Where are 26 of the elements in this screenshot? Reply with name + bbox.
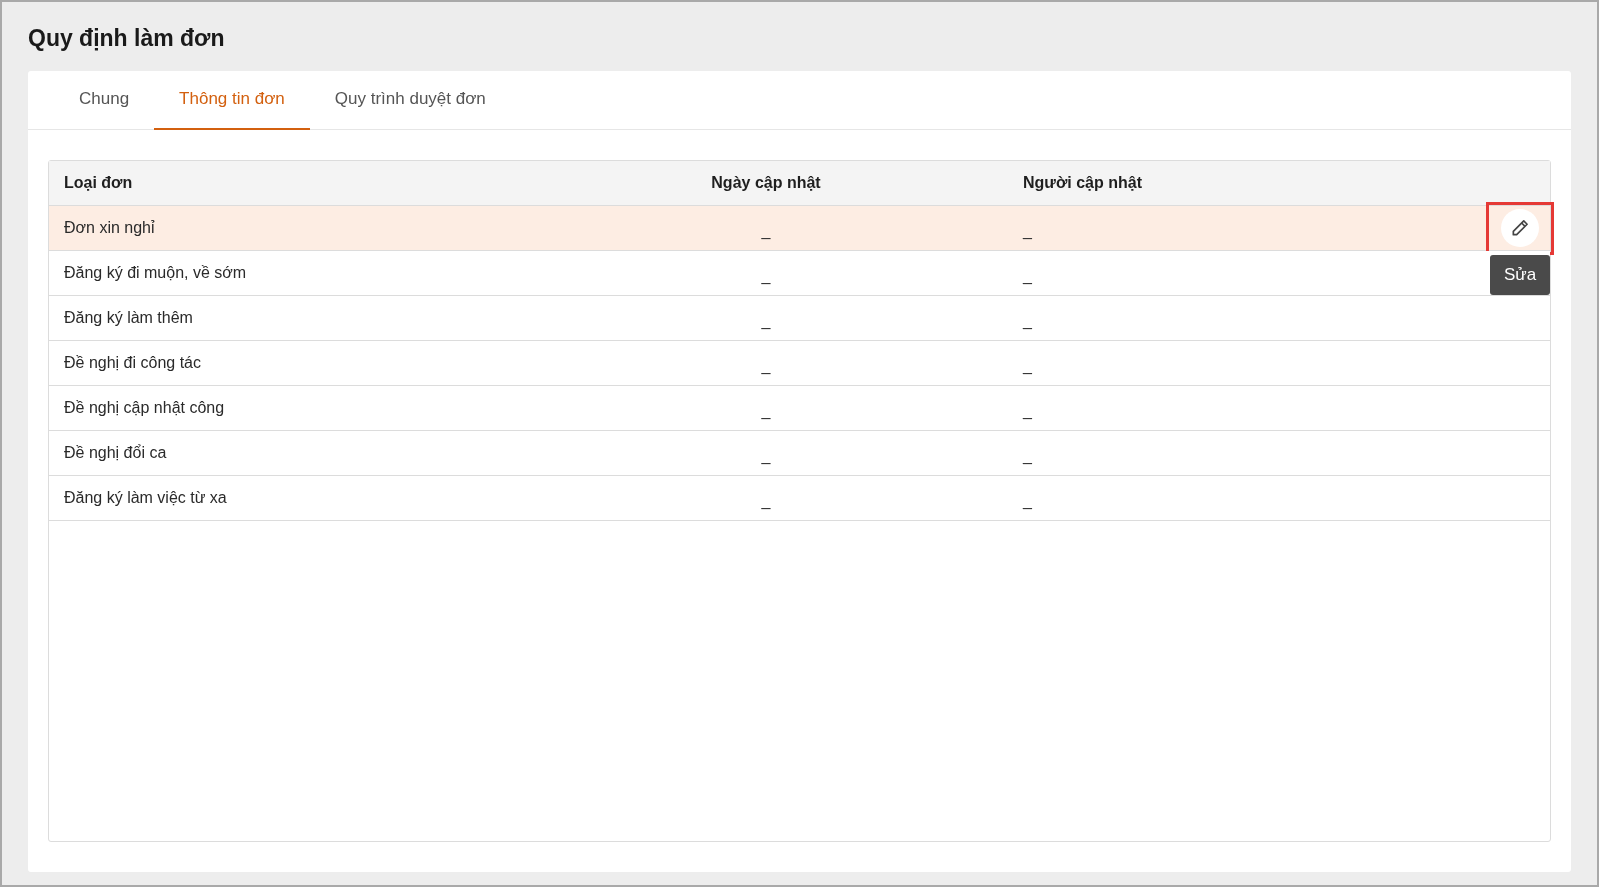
table-cell: _ <box>761 266 771 284</box>
table-cell: _ <box>1023 266 1032 284</box>
table-cell: _ <box>1023 311 1032 329</box>
table-cell: _ <box>761 356 771 374</box>
table-cell: _ <box>761 221 771 239</box>
table-cell: _ <box>1023 401 1032 419</box>
table-cell: Đơn xin nghỉ <box>64 218 155 236</box>
table-cell: _ <box>1023 221 1032 239</box>
table-cell: _ <box>1023 356 1032 374</box>
column-header: Người cập nhật <box>1023 173 1142 191</box>
table-cell: _ <box>761 446 771 464</box>
table-cell: Đề nghị đổi ca <box>64 443 167 461</box>
table-cell: _ <box>761 311 771 329</box>
table-cell: _ <box>1023 491 1032 509</box>
tooltip: Sửa <box>1490 254 1550 295</box>
table-cell: _ <box>761 401 771 419</box>
table-cell: Đề nghị đi công tác <box>64 353 201 371</box>
table-cell: Đăng ký làm việc từ xa <box>64 488 227 506</box>
column-header: Ngày cập nhật <box>711 173 821 191</box>
table-cell: Đề nghị cập nhật công <box>64 398 225 416</box>
page-title: Quy định làm đơn <box>28 24 225 53</box>
column-header: Loại đơn <box>64 173 133 191</box>
table-cell: _ <box>761 491 771 509</box>
table-cell: Đăng ký đi muộn, về sớm <box>64 263 247 281</box>
table-cell: Đăng ký làm thêm <box>64 308 193 326</box>
table-cell: _ <box>1023 446 1032 464</box>
